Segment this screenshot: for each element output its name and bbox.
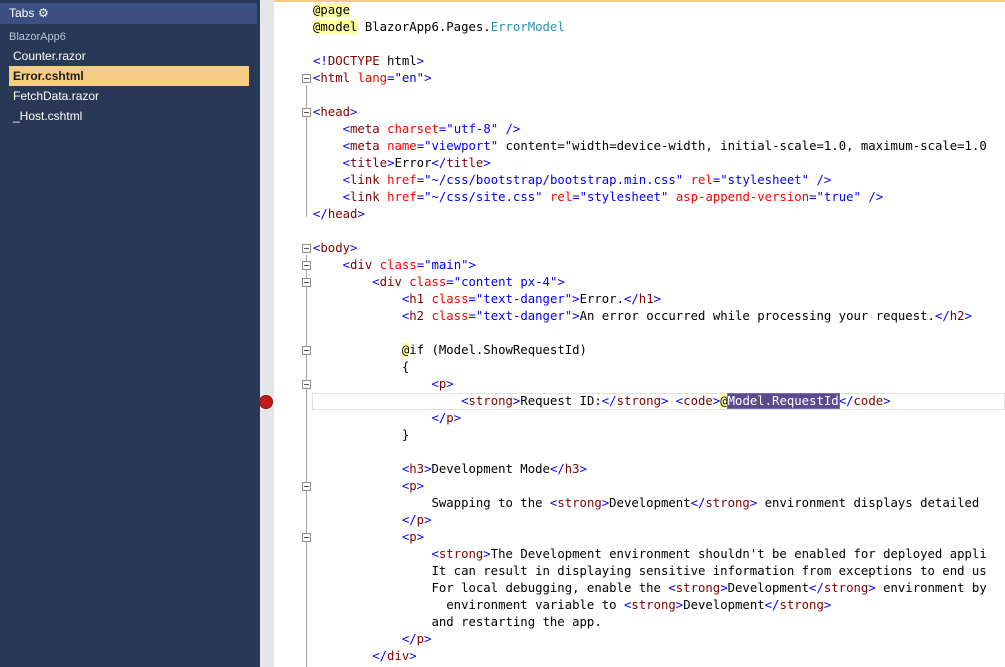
code-line[interactable]: <h2 class="text-danger">An error occurre…	[313, 308, 972, 325]
breakpoint-icon[interactable]	[259, 395, 273, 409]
code-line[interactable]: <p>	[313, 376, 453, 393]
code-line[interactable]: </p>	[313, 631, 432, 648]
code-line[interactable]: <!DOCTYPE html>	[313, 53, 424, 70]
fold-guide	[306, 255, 307, 667]
collapse-icon[interactable]	[302, 108, 311, 117]
code-line[interactable]: <title>Error</title>	[313, 155, 491, 172]
code-line[interactable]: <h3>Development Mode</h3>	[313, 461, 587, 478]
tabs-sidebar: Tabs ⚙ BlazorApp6 Counter.razor Error.cs…	[0, 0, 257, 667]
code-line[interactable]: <head>	[313, 104, 357, 121]
glyph-margin[interactable]	[260, 0, 274, 667]
code-line[interactable]: <strong>The Development environment shou…	[313, 546, 986, 563]
code-line[interactable]: <link href="~/css/bootstrap/bootstrap.mi…	[313, 172, 832, 189]
code-line[interactable]: </head>	[313, 206, 365, 223]
collapse-icon[interactable]	[302, 380, 311, 389]
code-line[interactable]: @if (Model.ShowRequestId)	[313, 342, 587, 359]
code-line[interactable]: <body>	[313, 240, 357, 257]
fold-guide	[306, 85, 307, 217]
code-line[interactable]: @page	[313, 2, 351, 19]
code-line[interactable]: <h1 class="text-danger">Error.</h1>	[313, 291, 661, 308]
code-line[interactable]: <meta name="viewport" content="width=dev…	[313, 138, 987, 155]
code-line[interactable]: </div>	[313, 648, 416, 665]
collapse-icon[interactable]	[302, 346, 311, 355]
code-line[interactable]: <link href="~/css/site.css" rel="stylesh…	[313, 189, 884, 206]
code-line[interactable]: <div class="main">	[313, 257, 476, 274]
code-line[interactable]: {	[313, 359, 409, 376]
project-group-label: BlazorApp6	[9, 31, 66, 43]
tabs-header-label: Tabs	[9, 6, 35, 20]
tab-item-host-cshtml[interactable]: _Host.cshtml	[9, 106, 249, 126]
tab-item-counter-razor[interactable]: Counter.razor	[9, 46, 249, 66]
collapse-icon[interactable]	[302, 482, 311, 491]
code-line[interactable]: }	[313, 427, 409, 444]
code-line[interactable]: </p>	[313, 410, 461, 427]
code-line[interactable]: environment variable to <strong>Developm…	[313, 597, 831, 614]
code-line[interactable]: For local debugging, enable the <strong>…	[313, 580, 986, 597]
collapse-icon[interactable]	[302, 278, 311, 287]
active-tab-indicator	[274, 0, 1005, 2]
collapse-icon[interactable]	[302, 244, 311, 253]
collapse-icon[interactable]	[302, 533, 311, 542]
code-line[interactable]: It can result in displaying sensitive in…	[313, 563, 986, 580]
collapse-icon[interactable]	[302, 261, 311, 270]
tab-item-error-cshtml[interactable]: Error.cshtml	[9, 66, 249, 86]
code-line[interactable]: <div class="content px-4">	[313, 274, 565, 291]
code-line[interactable]: </p>	[313, 512, 432, 529]
code-line[interactable]: and restarting the app.	[313, 614, 601, 631]
code-line[interactable]: Swapping to the <strong>Development</str…	[313, 495, 979, 512]
code-line[interactable]: <strong>Request ID:</strong> <code>@Mode…	[313, 393, 891, 410]
gear-icon[interactable]: ⚙	[38, 3, 49, 24]
code-line[interactable]: <p>	[313, 478, 424, 495]
code-line[interactable]: @model BlazorApp6.Pages.ErrorModel	[313, 19, 565, 36]
tabs-header: Tabs ⚙	[0, 3, 257, 24]
code-line[interactable]: <p>	[313, 529, 424, 546]
code-line[interactable]: <meta charset="utf-8" />	[313, 121, 521, 138]
tab-item-fetchdata-razor[interactable]: FetchData.razor	[9, 86, 249, 106]
code-line[interactable]: <html lang="en">	[313, 70, 432, 87]
collapse-icon[interactable]	[302, 74, 311, 83]
